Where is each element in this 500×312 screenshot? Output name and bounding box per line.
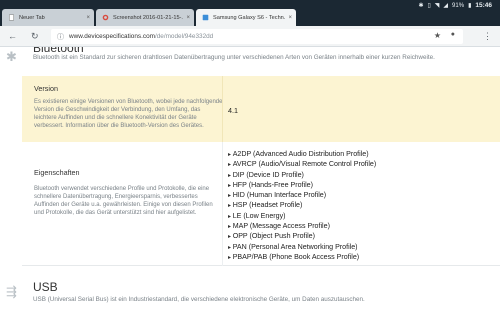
wifi-icon: ◥	[434, 3, 440, 9]
spec-row-properties: Eigenschaften Bluetooth verwendet versch…	[22, 142, 500, 266]
signal-icon: ◢	[443, 3, 449, 9]
google-icon	[102, 14, 109, 21]
list-item: HFP (Hands-Free Profile)	[228, 181, 376, 191]
tab-close-icon[interactable]: ×	[186, 15, 190, 21]
browser-toolbar: ← ↻ ⓘ www.devicespecifications.com /de/m…	[0, 26, 500, 47]
section-description-usb: USB (Universal Serial Bus) ist ein Indus…	[33, 296, 365, 303]
spec-value: 4.1	[228, 106, 238, 115]
profile-list: A2DP (Advanced Audio Distribution Profil…	[228, 150, 377, 263]
bluetooth-status-icon: ✱	[418, 3, 424, 9]
list-item: LE (Low Energy)	[228, 212, 376, 222]
column-divider	[222, 142, 223, 266]
list-item: HID (Human Interface Profile)	[228, 191, 376, 201]
list-item: DIP (Device ID Profile)	[228, 171, 376, 181]
status-indicators: ✱ ▯ ◥ ◢ 91% ▮ 15:46	[418, 2, 492, 9]
list-item: PAN (Personal Area Networking Profile)	[228, 243, 376, 253]
tab-samsung-galaxy[interactable]: Samsung Galaxy S6 - Techn... ×	[196, 9, 296, 26]
spec-label: Eigenschaften	[34, 168, 80, 177]
page-info-icon[interactable]: ⓘ	[57, 32, 64, 42]
bluetooth-icon: ✱	[6, 49, 17, 64]
battery-percent: 91%	[452, 2, 465, 9]
column-divider	[222, 76, 223, 142]
page-content: ✱ Bluetooth Bluetooth ist ein Standard z…	[0, 47, 500, 312]
address-bar[interactable]: ⓘ www.devicespecifications.com /de/model…	[51, 29, 463, 44]
blank-page-icon	[9, 14, 14, 21]
url-path: /de/model/94e332dd	[154, 33, 214, 40]
tab-close-icon[interactable]: ×	[288, 15, 292, 21]
battery-icon: ▮	[468, 3, 472, 9]
tab-screenshot[interactable]: Screenshot 2016-01-21-15-... ×	[96, 9, 194, 26]
tab-title: Neuer Tab	[19, 14, 45, 21]
list-item: MAP (Message Access Profile)	[228, 222, 376, 232]
site-icon	[202, 14, 209, 21]
clock: 15:46	[475, 2, 492, 9]
tab-title: Samsung Galaxy S6 - Techn...	[213, 14, 286, 21]
list-item: PBAP/PAB (Phone Book Access Profile)	[228, 253, 376, 263]
list-item: AVRCP (Audio/Visual Remote Control Profi…	[228, 160, 377, 170]
spec-description: Bluetooth verwendet verschiedene Profile…	[34, 186, 213, 216]
list-item: HSP (Headset Profile)	[228, 201, 376, 211]
microphone-icon[interactable]: ●	[451, 31, 455, 38]
spec-row-version: Version Es existieren einige Versionen v…	[22, 76, 500, 142]
list-item: OPP (Object Push Profile)	[228, 232, 376, 242]
back-arrow-icon[interactable]: ←	[8, 30, 17, 42]
spec-description: Es existieren einige Versionen von Bluet…	[34, 99, 223, 129]
section-title-usb: USB	[33, 280, 58, 294]
vibrate-icon: ▯	[427, 3, 431, 9]
overflow-menu-icon[interactable]: ⋮	[483, 31, 492, 41]
tab-title: Screenshot 2016-01-21-15-...	[113, 14, 184, 21]
spec-label: Version	[34, 84, 58, 93]
reload-icon[interactable]: ↻	[31, 30, 39, 42]
url-domain: www.devicespecifications.com	[69, 33, 155, 40]
tab-close-icon[interactable]: ×	[86, 15, 90, 21]
tab-new-tab[interactable]: Neuer Tab ×	[2, 9, 94, 26]
usb-icon: ⇶	[6, 284, 17, 299]
section-description-bluetooth: Bluetooth ist ein Standard zur sicheren …	[33, 54, 435, 61]
list-item: A2DP (Advanced Audio Distribution Profil…	[228, 150, 376, 160]
bookmark-star-icon[interactable]: ★	[434, 31, 441, 40]
status-bar: Neuer Tab × Screenshot 2016-01-21-15-...…	[0, 0, 500, 26]
